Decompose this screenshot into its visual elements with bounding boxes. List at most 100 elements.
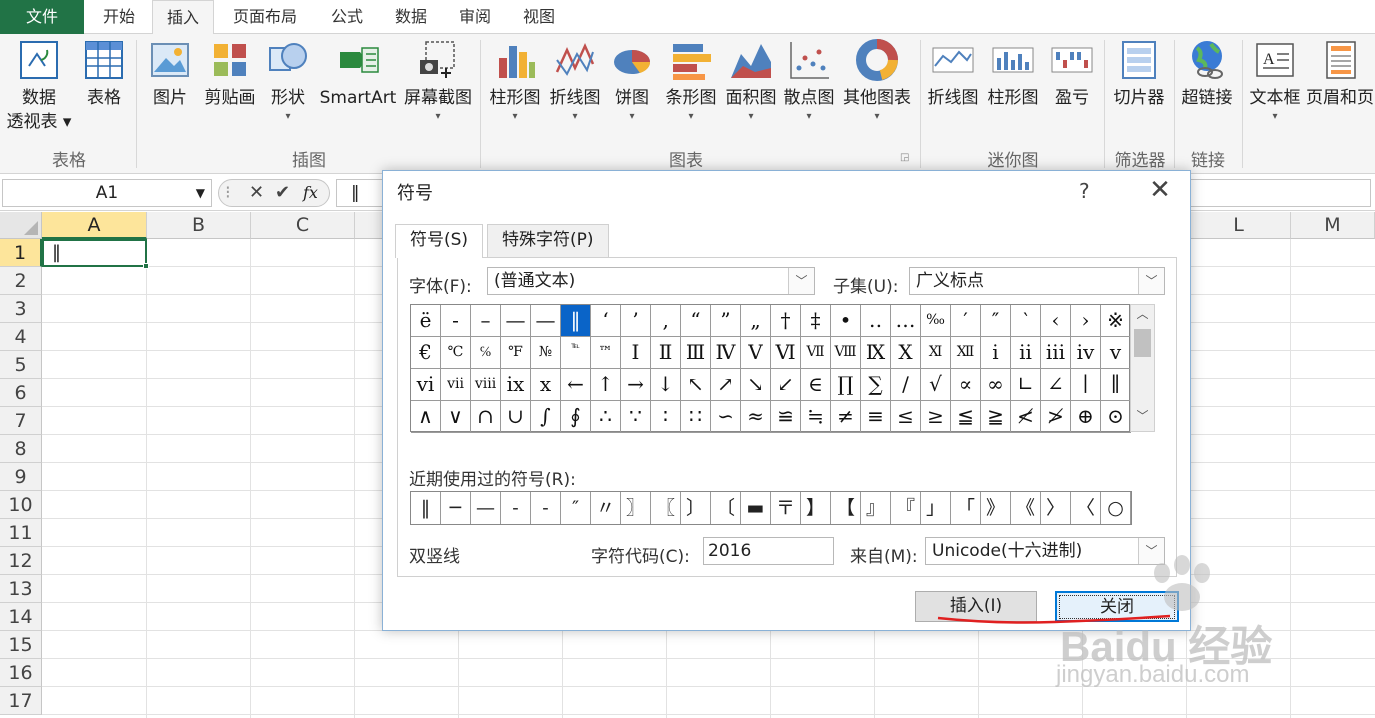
table-button[interactable]: 表格 (76, 38, 132, 110)
recent-symbol-cell[interactable]: ‖ (411, 492, 441, 524)
sparkline-line-button[interactable]: 折线图 (924, 38, 982, 110)
column-header-c[interactable]: C (251, 212, 355, 239)
symbol-cell[interactable]: ≧ (981, 401, 1011, 433)
symbol-cell[interactable]: ∵ (621, 401, 651, 433)
tab-symbols[interactable]: 符号(S) (395, 224, 484, 258)
tab-page-layout[interactable]: 页面布局 (218, 0, 312, 34)
sparkline-column-button[interactable]: 柱形图 (984, 38, 1042, 110)
symbol-cell[interactable]: ’ (621, 305, 651, 337)
symbol-cell[interactable]: ≈ (741, 401, 771, 433)
scroll-thumb[interactable] (1134, 329, 1151, 357)
row-header[interactable]: 8 (0, 435, 42, 463)
tab-formulas[interactable]: 公式 (318, 0, 376, 34)
name-box[interactable]: A1 ▼ (2, 179, 212, 207)
symbol-cell[interactable]: › (1071, 305, 1101, 337)
symbol-cell[interactable]: ℅ (471, 337, 501, 369)
symbol-cell[interactable]: ⅸ (501, 369, 531, 401)
other-charts-button[interactable]: 其他图表 ▾ (838, 38, 916, 124)
symbol-cell[interactable]: ⅹ (531, 369, 561, 401)
recent-symbol-cell[interactable]: 《 (1011, 492, 1041, 524)
symbol-cell[interactable]: ⅰ (981, 337, 1011, 369)
column-header-b[interactable]: B (147, 212, 251, 239)
column-header-l[interactable]: L (1187, 212, 1291, 239)
chevron-down-icon[interactable]: ﹀ (788, 268, 814, 294)
row-header[interactable]: 7 (0, 407, 42, 435)
symbol-cell[interactable]: Ⅴ (741, 337, 771, 369)
symbol-cell[interactable]: ∴ (591, 401, 621, 433)
fill-handle[interactable] (143, 263, 149, 269)
recent-symbol-cell[interactable]: 『 (891, 492, 921, 524)
symbol-cell[interactable]: ≦ (951, 401, 981, 433)
symbol-cell[interactable]: ≌ (771, 401, 801, 433)
tab-file[interactable]: 文件 (0, 0, 84, 34)
symbol-cell[interactable]: № (531, 337, 561, 369)
recent-symbol-cell[interactable]: - (501, 492, 531, 524)
symbol-cell[interactable]: ↓ (651, 369, 681, 401)
symbol-cell[interactable]: ‹ (1041, 305, 1071, 337)
symbol-cell[interactable]: ∶ (651, 401, 681, 433)
hyperlink-button[interactable]: 超链接 (1176, 38, 1238, 110)
sparkline-winloss-button[interactable]: 盈亏 (1044, 38, 1100, 110)
symbol-cell[interactable]: ∞ (981, 369, 1011, 401)
row-header[interactable]: 17 (0, 687, 42, 715)
symbol-cell[interactable]: ™ (591, 337, 621, 369)
symbol-cell[interactable]: ⅲ (1041, 337, 1071, 369)
smartart-button[interactable]: SmartArt (316, 38, 400, 110)
symbol-cell[interactable]: ″ (981, 305, 1011, 337)
char-code-input[interactable]: 2016 (703, 537, 834, 565)
symbol-cell[interactable]: ⅳ (1071, 337, 1101, 369)
recent-symbol-cell[interactable]: 〒 (771, 492, 801, 524)
picture-button[interactable]: 图片 (142, 38, 198, 110)
insert-function-icon[interactable]: fx (303, 180, 318, 206)
row-header[interactable]: 10 (0, 491, 42, 519)
symbol-cell[interactable]: ‖ (561, 305, 591, 337)
symbol-cell[interactable]: ∫ (531, 401, 561, 433)
symbol-cell[interactable]: ‥ (861, 305, 891, 337)
symbol-cell[interactable]: Ⅵ (771, 337, 801, 369)
recent-symbol-cell[interactable]: 〉 (1041, 492, 1071, 524)
symbol-cell[interactable]: ∪ (501, 401, 531, 433)
pivot-table-button[interactable]: 数据 透视表 ▾ (4, 38, 74, 134)
symbol-cell[interactable]: √ (921, 369, 951, 401)
symbol-cell[interactable]: → (621, 369, 651, 401)
symbol-cell[interactable]: Ⅰ (621, 337, 651, 369)
symbol-cell[interactable]: ∷ (681, 401, 711, 433)
row-header[interactable]: 3 (0, 295, 42, 323)
screenshot-button[interactable]: 屏幕截图 ▾ (400, 38, 476, 124)
symbol-cell[interactable]: ‵ (1011, 305, 1041, 337)
symbol-cell[interactable]: ⅵ (411, 369, 441, 401)
symbol-cell[interactable]: ↗ (711, 369, 741, 401)
symbol-cell[interactable]: Ⅳ (711, 337, 741, 369)
dialog-close-icon[interactable]: ✕ (1145, 175, 1175, 205)
row-header[interactable]: 16 (0, 659, 42, 687)
symbol-grid-scrollbar[interactable]: ︿ ﹀ (1130, 304, 1155, 432)
chevron-down-icon[interactable]: ﹀ (1138, 268, 1164, 294)
recent-symbol-cell[interactable]: 〈 (1071, 492, 1101, 524)
row-header[interactable]: 15 (0, 631, 42, 659)
scroll-down-icon[interactable]: ﹀ (1131, 407, 1154, 429)
row-header[interactable]: 2 (0, 267, 42, 295)
recent-symbol-cell[interactable]: 】 (801, 492, 831, 524)
recent-symbol-cell[interactable]: 〕 (681, 492, 711, 524)
symbol-cell[interactable]: ∝ (951, 369, 981, 401)
symbol-cell[interactable]: ‰ (921, 305, 951, 337)
symbol-cell[interactable]: ‚ (651, 305, 681, 337)
bar-chart-button[interactable]: 条形图 ▾ (660, 38, 722, 124)
symbol-cell[interactable]: ⊙ (1101, 401, 1131, 433)
tab-home[interactable]: 开始 (88, 0, 150, 34)
row-header[interactable]: 11 (0, 519, 42, 547)
text-box-button[interactable]: A 文本框 ▾ (1246, 38, 1304, 124)
line-chart-button[interactable]: 折线图 ▾ (546, 38, 604, 124)
recent-symbol-cell[interactable]: ″ (561, 492, 591, 524)
recent-symbol-cell[interactable]: 「 (951, 492, 981, 524)
symbol-cell[interactable]: – (471, 305, 501, 337)
row-header[interactable]: 1 (0, 239, 42, 267)
symbol-cell[interactable]: ∏ (831, 369, 861, 401)
symbol-cell[interactable]: ⅴ (1101, 337, 1131, 369)
row-header[interactable]: 14 (0, 603, 42, 631)
symbol-cell[interactable]: — (531, 305, 561, 337)
column-chart-button[interactable]: 柱形图 ▾ (486, 38, 544, 124)
symbol-cell[interactable]: ∧ (411, 401, 441, 433)
area-chart-button[interactable]: 面积图 ▾ (722, 38, 780, 124)
cell-a1[interactable]: ‖ (42, 239, 149, 269)
